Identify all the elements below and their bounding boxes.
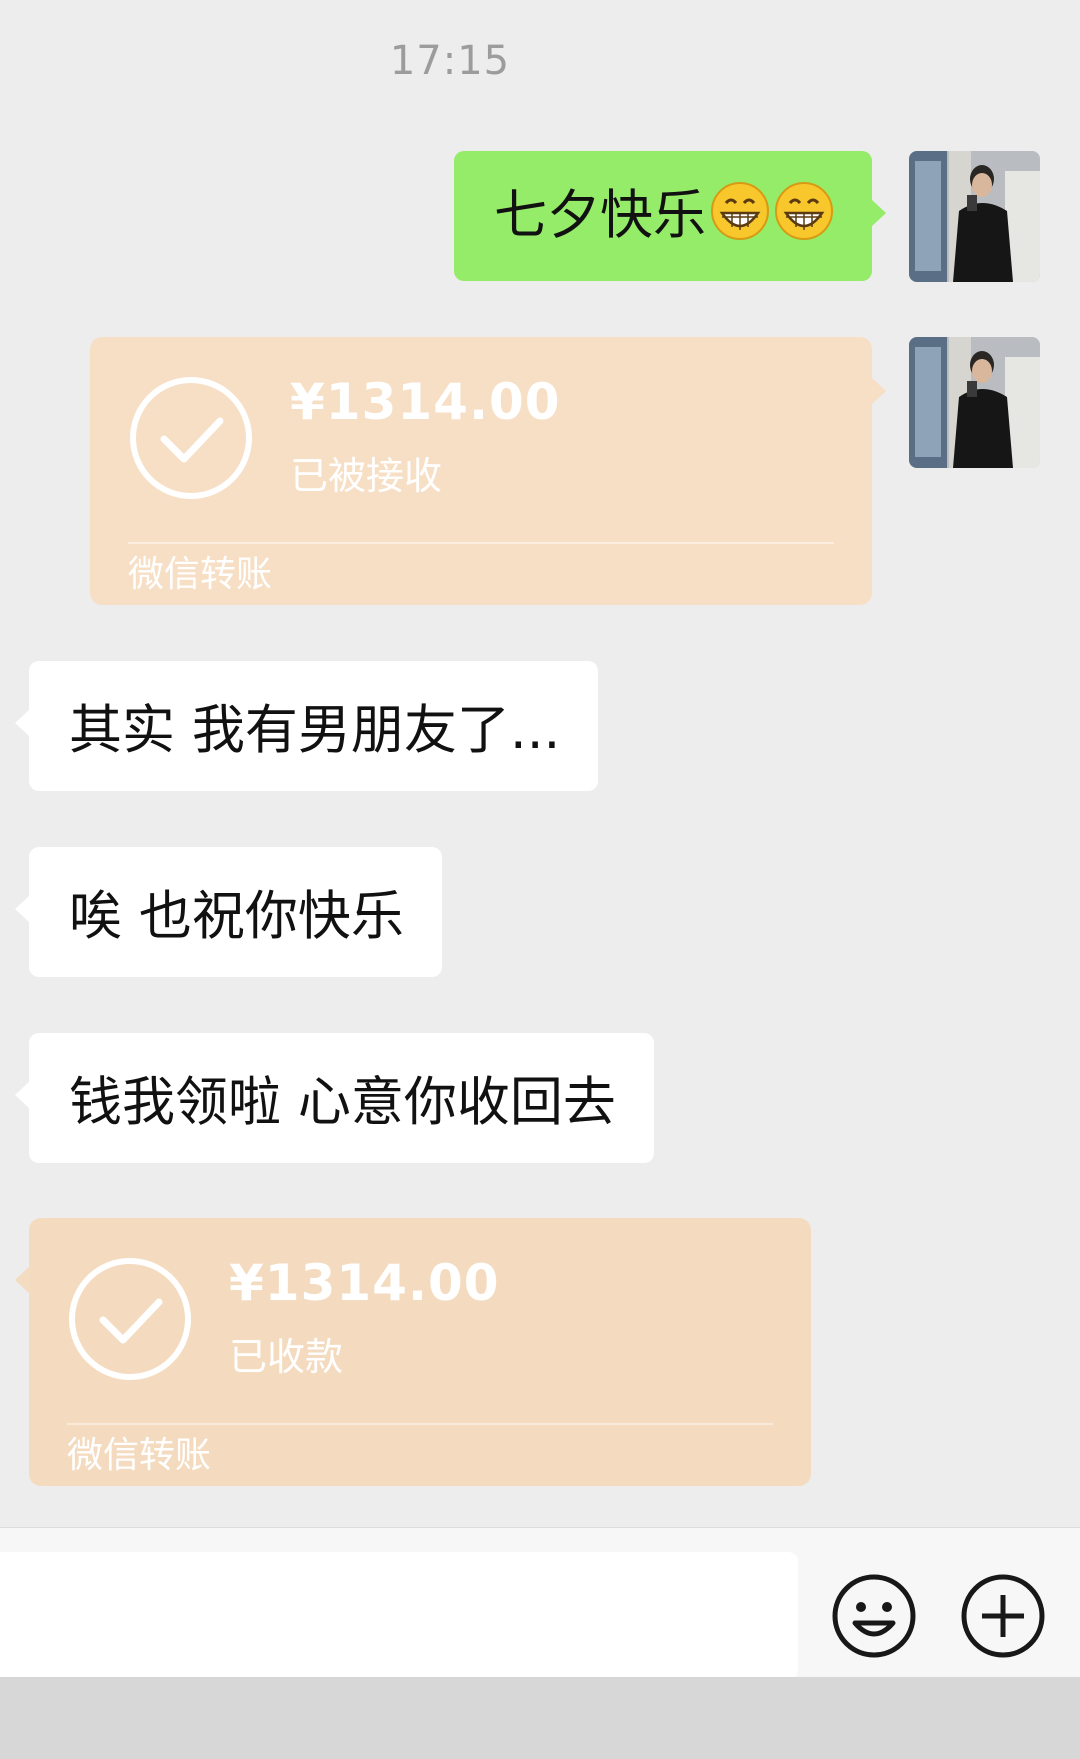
- incoming-text-bubble[interactable]: 其实 我有男朋友了...: [14, 661, 599, 791]
- my-avatar[interactable]: [909, 337, 1040, 468]
- check-circle-icon: [69, 1258, 191, 1380]
- transfer-status: 已收款: [229, 1335, 344, 1379]
- transfer-amount: ¥1314.00: [229, 1254, 500, 1312]
- more-button[interactable]: [960, 1573, 1046, 1659]
- transfer-divider: [67, 1423, 773, 1425]
- message-timestamp: 17:15: [389, 38, 511, 84]
- message-text: 其实 我有男朋友了...: [69, 700, 561, 761]
- transfer-status: 已被接收: [290, 454, 443, 498]
- input-bar: [0, 1527, 1080, 1680]
- message-input[interactable]: [0, 1552, 798, 1680]
- grin-emoji-icon: [775, 182, 833, 240]
- transfer-amount: ¥1314.00: [290, 373, 561, 431]
- avatar-photo: [909, 151, 1040, 282]
- incoming-text-bubble[interactable]: 唉 也祝你快乐: [15, 847, 442, 977]
- transfer-brand: 微信转账: [67, 1435, 212, 1476]
- avatar-photo: [909, 337, 1040, 468]
- message-text: 钱我领啦 心意你收回去: [69, 1072, 616, 1133]
- plus-icon: [961, 1574, 1045, 1658]
- my-avatar[interactable]: [909, 151, 1040, 282]
- message-text: 唉 也祝你快乐: [69, 886, 404, 947]
- outgoing-text-bubble[interactable]: 七夕快乐: [454, 151, 886, 281]
- emoji-button[interactable]: [831, 1573, 917, 1659]
- transfer-card-received[interactable]: ¥1314.00 已收款 微信转账: [15, 1218, 811, 1486]
- chat-screen: 17:15 七夕快乐 ¥1314.00 已被接收 微信转账 其实 我有男朋友了.…: [0, 0, 1080, 1759]
- transfer-divider: [128, 542, 834, 544]
- transfer-card-sent[interactable]: ¥1314.00 已被接收 微信转账: [90, 337, 886, 605]
- bottom-safe-area: [0, 1677, 1080, 1759]
- message-text: 七夕快乐: [494, 185, 706, 246]
- emoji-icon: [832, 1574, 916, 1658]
- transfer-brand: 微信转账: [128, 554, 273, 595]
- incoming-text-bubble[interactable]: 钱我领啦 心意你收回去: [15, 1033, 654, 1163]
- check-circle-icon: [130, 377, 252, 499]
- grin-emoji-icon: [711, 182, 769, 240]
